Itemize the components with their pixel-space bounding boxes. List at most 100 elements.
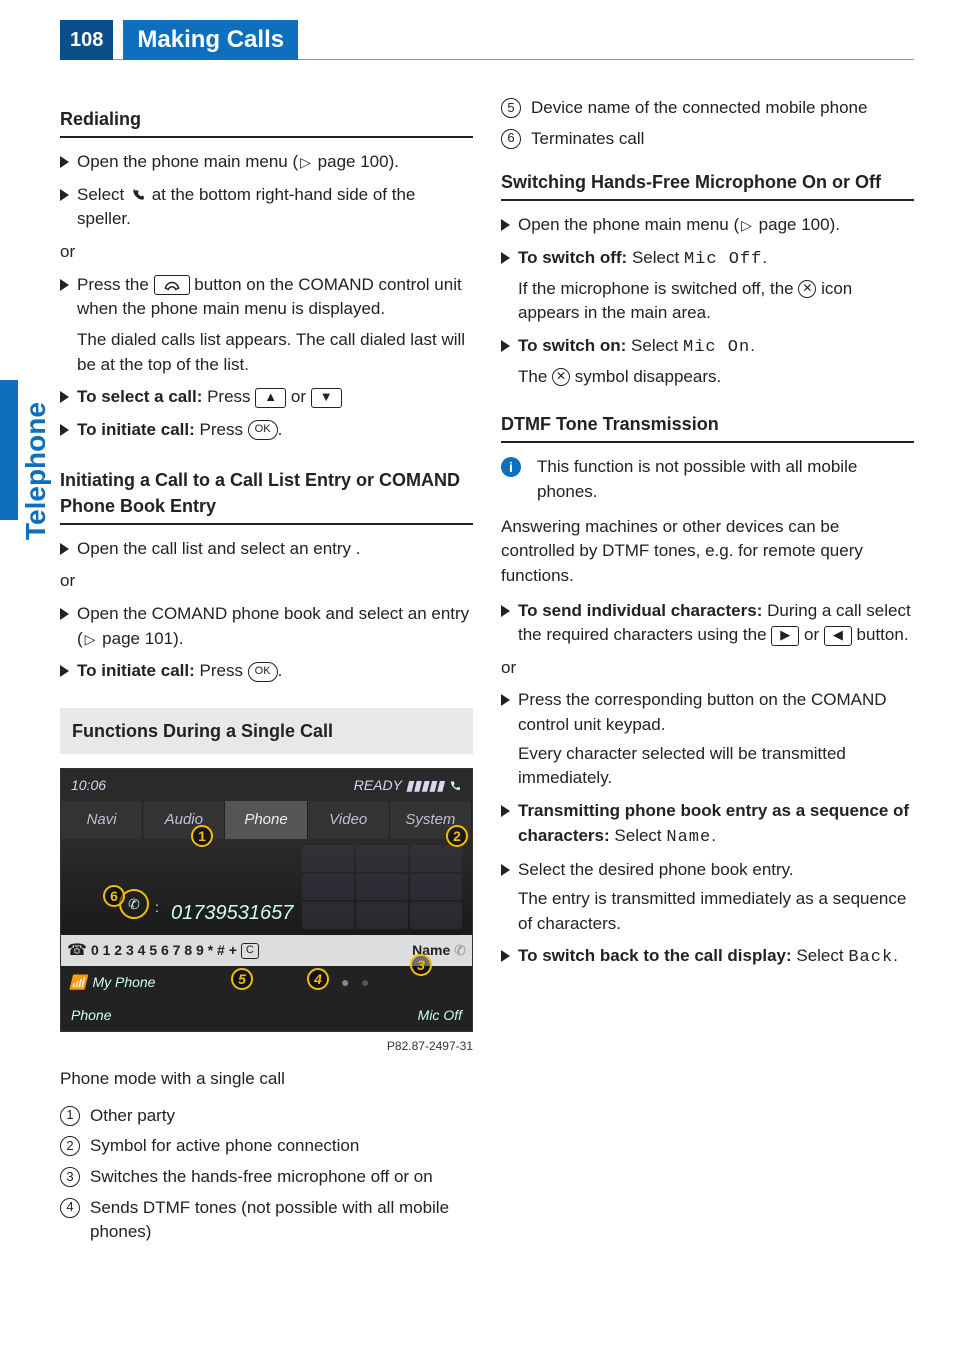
triangle-icon — [501, 950, 510, 962]
text: Open the phone main menu ( — [518, 215, 739, 234]
instruction-initiate-call-2: To initiate call: Press OK. — [60, 659, 473, 684]
page-number: 108 — [60, 20, 113, 60]
text: The — [518, 367, 552, 386]
left-key-icon: ◀ — [824, 626, 852, 646]
or-text: or — [501, 656, 914, 681]
scr-menu-micoff: Mic Off — [418, 1005, 462, 1025]
instruction-send-chars: To send individual characters: During a … — [501, 599, 914, 648]
text: button. — [852, 625, 909, 644]
text: Open the phone main menu ( — [77, 152, 298, 171]
text: Press — [195, 661, 248, 680]
text: or — [286, 387, 311, 406]
legend-3: 3 Switches the hands-free microphone off … — [60, 1165, 473, 1190]
ref-icon: ▷ — [300, 152, 311, 172]
legend-4: 4Sends DTMF tones (not possible with all… — [60, 1196, 473, 1245]
instruction-switch-back: To switch back to the call display: Sele… — [501, 944, 914, 971]
circle-3-icon: 3 — [60, 1167, 80, 1187]
text: page 100). — [313, 152, 399, 171]
handset-icon — [129, 188, 147, 202]
dtmf-paragraph: Answering machines or other devices can … — [501, 515, 914, 589]
legend-1: 1Other party — [60, 1104, 473, 1129]
triangle-icon — [501, 219, 510, 231]
bold-text: To initiate call: — [77, 420, 195, 439]
section-redialing: Redialing — [60, 106, 473, 138]
section-dtmf: DTMF Tone Transmission — [501, 411, 914, 443]
text: Press — [195, 420, 248, 439]
text: Select — [792, 946, 849, 965]
circle-2-icon: 2 — [60, 1136, 80, 1156]
text: Device name of the connected mobile phon… — [531, 96, 867, 121]
or-text: or — [60, 569, 473, 594]
text: Every character selected will be transmi… — [518, 742, 914, 791]
text: Press the corresponding button on the CO… — [518, 690, 887, 734]
bold-text: To select a call: — [77, 387, 202, 406]
section-call-list-entry: Initiating a Call to a Call List Entry o… — [60, 467, 473, 525]
text: Press the — [77, 275, 154, 294]
triangle-icon — [501, 605, 510, 617]
instruction-initiate-call: To initiate call: Press OK. — [60, 418, 473, 443]
bold-text: To switch back to the call display: — [518, 946, 792, 965]
circle-5-icon: 5 — [501, 98, 521, 118]
triangle-icon — [501, 694, 510, 706]
scr-menu-bar: Phone Mic Off — [61, 999, 472, 1031]
section-mic-onoff: Switching Hands-Free Microphone On or Of… — [501, 169, 914, 201]
triangle-icon — [501, 805, 510, 817]
instruction-transmit-entry: Transmitting phone book entry as a seque… — [501, 799, 914, 850]
instruction-select-call: To select a call: Press ▲ or ▼ — [60, 385, 473, 410]
scr-ready: READY ▮▮▮▮▮ — [354, 775, 462, 795]
scr-digits: 0 1 2 3 4 5 6 7 8 9 * # + — [91, 940, 237, 960]
info-note: i This function is not possible with all… — [501, 455, 914, 504]
mic-off-icon: ✕ — [798, 280, 816, 298]
instruction-open-call-list: Open the call list and select an entry . — [60, 537, 473, 562]
triangle-icon — [501, 340, 510, 352]
side-tab-label: Telephone — [20, 402, 52, 540]
scr-keypad-blur — [302, 845, 462, 929]
bold-text: To initiate call: — [77, 661, 195, 680]
ref-icon: ▷ — [85, 629, 96, 649]
text: If the microphone is switched off, the — [518, 279, 798, 298]
text: page 101). — [97, 629, 183, 648]
ok-key-icon: OK — [248, 662, 278, 682]
triangle-icon — [501, 864, 510, 876]
text: Other party — [90, 1104, 175, 1129]
circle-4-icon: 4 — [60, 1198, 80, 1218]
text: page 100). — [754, 215, 840, 234]
text: Select — [77, 185, 129, 204]
triangle-icon — [60, 279, 69, 291]
text: . — [711, 826, 716, 845]
mono-text: Mic On — [683, 338, 750, 357]
scr-phone-number: 01739531657 — [171, 899, 293, 928]
info-icon: i — [501, 457, 521, 477]
triangle-icon — [60, 608, 69, 620]
text: . — [762, 248, 767, 267]
screenshot-reference: P82.87-2497-31 — [60, 1038, 473, 1055]
bold-text: To switch on: — [518, 336, 626, 355]
instruction-press-button: Press the button on the COMAND control u… — [60, 273, 473, 378]
or-text: or — [60, 240, 473, 265]
instruction-select-handset: Select at the bottom right-hand side of … — [60, 183, 473, 232]
triangle-icon — [501, 252, 510, 264]
instruction-open-main-menu: Open the phone main menu (▷ page 100). — [60, 150, 473, 175]
instruction-open-main-menu-2: Open the phone main menu (▷ page 100). — [501, 213, 914, 238]
text: Press — [202, 387, 255, 406]
up-key-icon: ▲ — [255, 388, 286, 408]
instruction-switch-on: To switch on: Select Mic On. The ✕ symbo… — [501, 334, 914, 389]
scr-tabs: Navi Audio Phone Video System — [61, 801, 472, 839]
triangle-icon — [60, 156, 69, 168]
screenshot-caption: Phone mode with a single call — [60, 1067, 473, 1092]
marker-6-icon: 6 — [103, 885, 125, 907]
text: This function is not possible with all m… — [537, 455, 914, 504]
text: Switches the hands-free microphone off o… — [90, 1165, 433, 1190]
scr-tab-video: Video — [308, 801, 390, 839]
text: symbol disappears. — [570, 367, 721, 386]
scr-bottom-bar: 📶 My Phone 5 4 3 ● ● — [61, 966, 472, 998]
instruction-select-entry: Select the desired phone book entry. The… — [501, 858, 914, 936]
text: Select the desired phone book entry. — [518, 860, 794, 879]
marker-1-icon: 1 — [191, 825, 213, 847]
marker-4-icon: 4 — [307, 968, 329, 990]
legend-6: 6Terminates call — [501, 127, 914, 152]
mono-text: Name — [666, 828, 711, 847]
mono-text: Back — [848, 948, 893, 967]
text: Select — [626, 336, 683, 355]
text: Select — [610, 826, 667, 845]
